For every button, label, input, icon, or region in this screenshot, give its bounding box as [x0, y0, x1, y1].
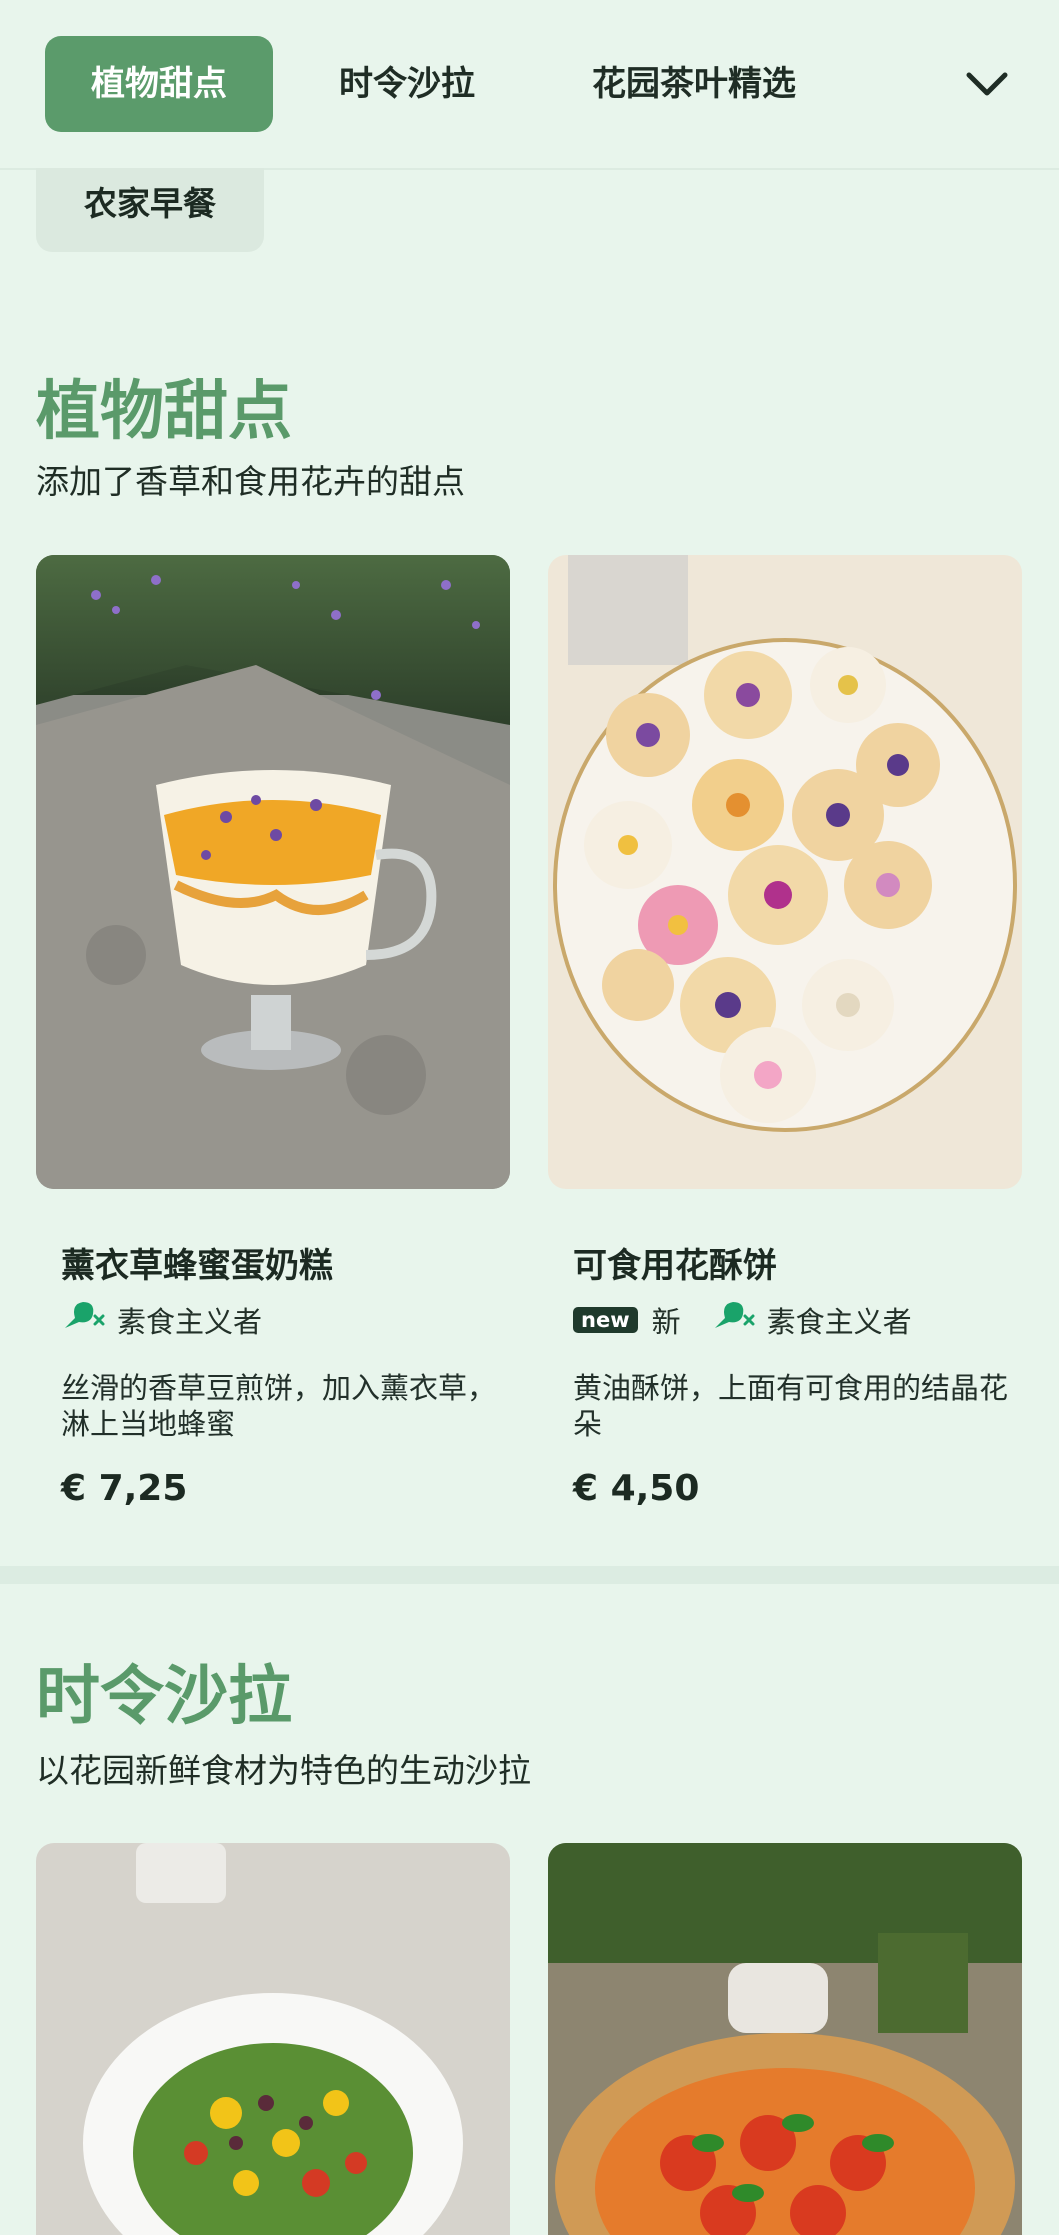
tab-overflow-fade — [900, 36, 960, 132]
categories-dropdown-button[interactable] — [952, 52, 1022, 116]
diet-label: 素食主义者 — [766, 1304, 912, 1339]
product-description: 丝滑的香草豆煎饼，加入薰衣草，淋上当地蜂蜜 — [61, 1371, 497, 1441]
tab-farm-breakfast[interactable]: 农家早餐 — [36, 168, 264, 252]
tab-plant-desserts[interactable]: 植物甜点 — [45, 36, 273, 132]
lavender-custard-image[interactable] — [36, 555, 510, 1189]
product-description: 黄油酥饼，上面有可食用的结晶花朵 — [573, 1371, 1009, 1441]
section-divider — [0, 1566, 1059, 1584]
chevron-down-icon — [966, 72, 1008, 96]
product-price: € 7,25 — [61, 1468, 188, 1509]
section-title-salads: 时令沙拉 — [36, 1660, 292, 1734]
vegetarian-icon — [61, 1298, 105, 1341]
section-title-desserts: 植物甜点 — [36, 375, 292, 449]
new-badge: new — [573, 1306, 638, 1333]
flower-shortbread-image[interactable] — [548, 555, 1022, 1189]
diet-label: 素食主义者 — [117, 1304, 263, 1339]
product-price: € 4,50 — [573, 1468, 700, 1509]
vegetarian-icon — [711, 1298, 755, 1341]
section-description-desserts: 添加了香草和食用花卉的甜点 — [36, 462, 465, 501]
new-label: 新 — [651, 1304, 681, 1339]
salad-image[interactable] — [36, 1843, 510, 2235]
product-title[interactable]: 可食用花酥饼 — [573, 1238, 777, 1287]
product-title[interactable]: 薰衣草蜂蜜蛋奶糕 — [61, 1238, 333, 1287]
tab-garden-teas[interactable]: 花园茶叶精选 — [592, 36, 796, 132]
category-nav: 植物甜点 时令沙拉 花园茶叶精选 — [0, 0, 1059, 170]
tab-seasonal-salads[interactable]: 时令沙拉 — [339, 36, 475, 132]
dietary-tags: new 新 素食主义者 — [573, 1298, 912, 1341]
dietary-tags: 素食主义者 — [61, 1298, 262, 1341]
tomato-tart-image[interactable] — [548, 1843, 1022, 2235]
section-description-salads: 以花园新鲜食材为特色的生动沙拉 — [36, 1751, 531, 1790]
